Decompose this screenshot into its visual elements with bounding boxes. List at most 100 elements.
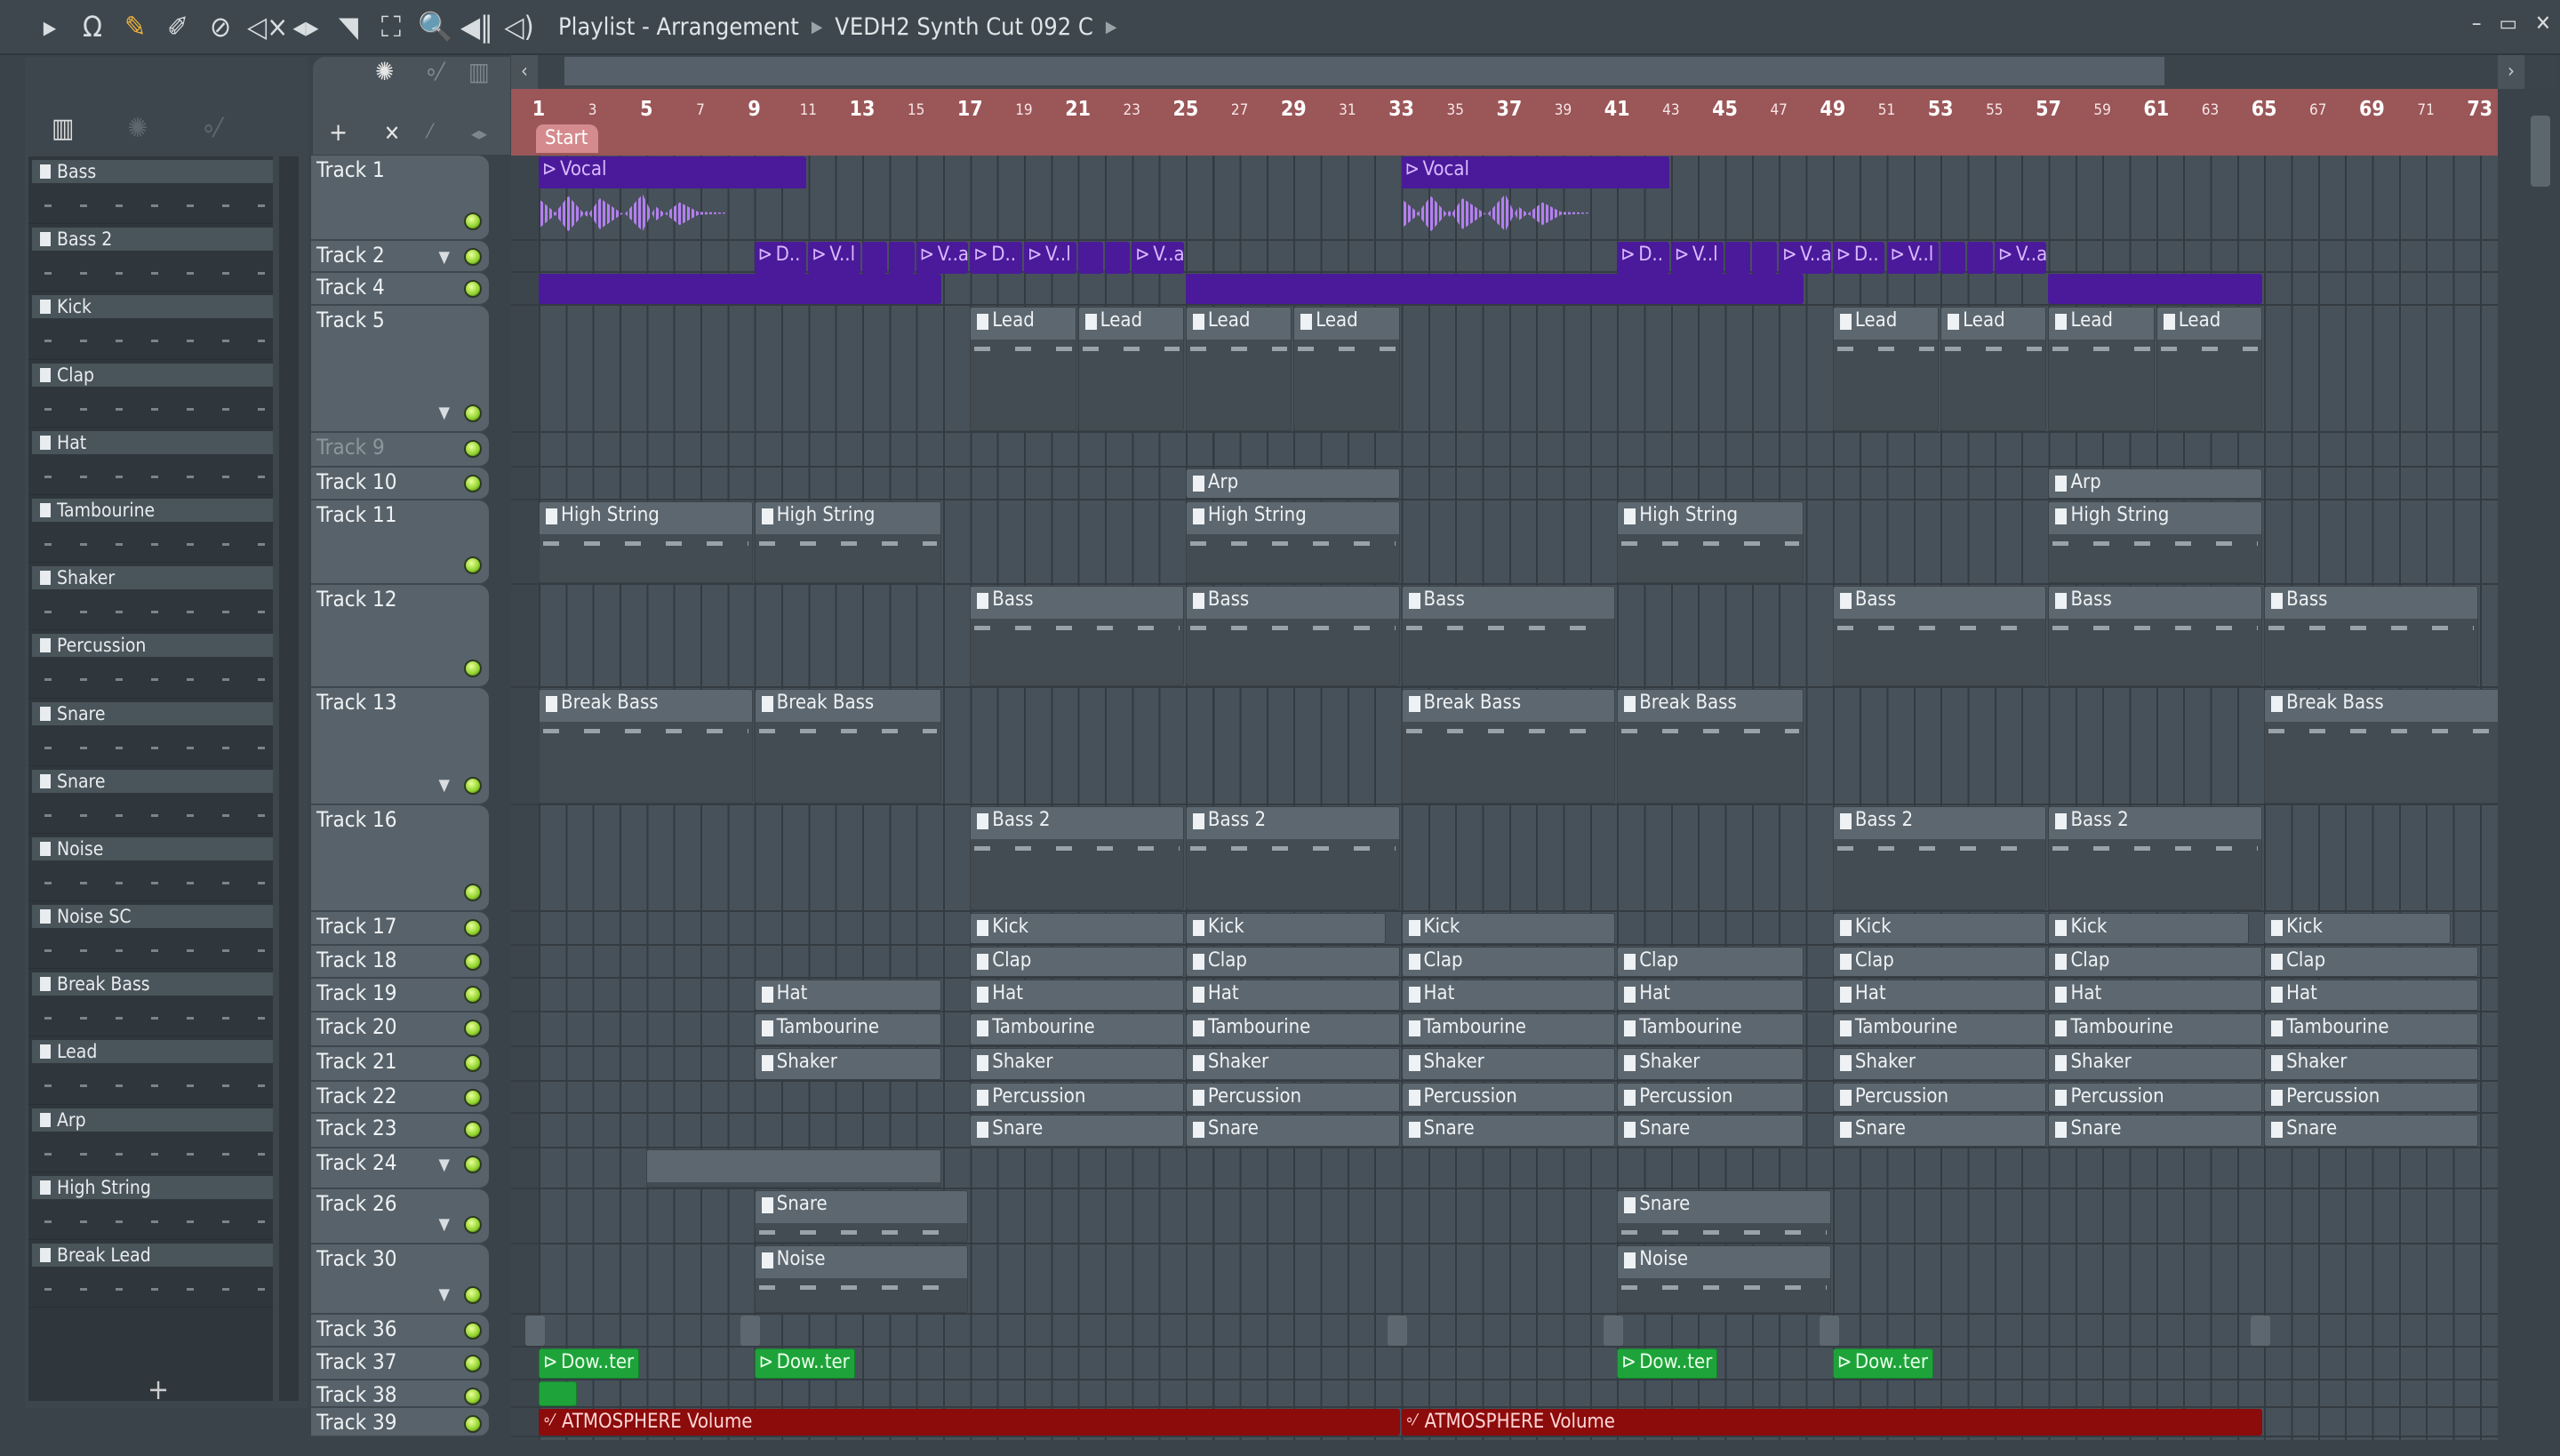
marker-clip[interactable] <box>524 1316 545 1346</box>
pattern-clip[interactable]: Tambourine <box>1617 1013 1804 1045</box>
start-marker[interactable]: Start <box>536 124 598 153</box>
pattern-clip[interactable]: Break Bass <box>2264 688 2498 804</box>
pattern-clip[interactable]: Percussion <box>1617 1082 1804 1113</box>
pattern-clip[interactable]: Snare <box>1617 1115 1804 1147</box>
channel-name[interactable]: Lead <box>32 1040 273 1064</box>
channel-item[interactable]: Noise SC <box>28 901 273 970</box>
track-name[interactable]: Track 19 <box>316 980 396 1005</box>
track-mute-led[interactable] <box>464 918 482 937</box>
track-name[interactable]: Track 22 <box>316 1084 396 1108</box>
track-mute-led[interactable] <box>464 1054 482 1072</box>
channel-item[interactable]: High String <box>28 1172 273 1240</box>
collapse-arrow-icon[interactable]: ▼ <box>439 776 450 795</box>
track-header[interactable]: Track 20 <box>311 1012 489 1047</box>
audio-clip[interactable] <box>1967 241 1993 274</box>
track-mute-led[interactable] <box>464 1355 482 1372</box>
track-mute-led[interactable] <box>464 1088 482 1107</box>
track-lane[interactable] <box>511 1315 2498 1348</box>
audio-clip[interactable] <box>2048 274 2263 304</box>
audio-clip[interactable] <box>1724 241 1750 274</box>
pattern-clip[interactable]: Snare <box>1617 1189 1831 1244</box>
channel-item[interactable]: Hat <box>28 428 273 495</box>
audio-clip[interactable] <box>889 241 915 274</box>
collapse-arrow-icon[interactable]: ▼ <box>439 248 450 267</box>
audio-clip[interactable]: D.. <box>754 241 807 274</box>
track-name[interactable]: Track 21 <box>316 1049 396 1074</box>
collapse-arrow-icon[interactable]: ▼ <box>439 1285 450 1304</box>
channel-item[interactable]: Snare <box>28 766 273 834</box>
vertical-scrollbar[interactable] <box>2527 89 2554 1440</box>
pattern-clip[interactable]: Dow..ter <box>1617 1348 1718 1379</box>
swap-icon[interactable]: ◂▸ <box>471 123 487 144</box>
pattern-clip[interactable]: Snare <box>2264 1115 2478 1147</box>
pattern-clip[interactable]: Kick <box>2264 912 2452 945</box>
add-track-icon[interactable]: + <box>329 117 348 147</box>
audio-clip[interactable]: V..l <box>808 241 860 274</box>
track-lane[interactable] <box>511 433 2498 468</box>
pattern-clip[interactable]: Shaker <box>970 1048 1184 1080</box>
pattern-clip[interactable] <box>646 1148 941 1188</box>
track-name[interactable]: Track 37 <box>316 1349 396 1374</box>
track-mute-led[interactable] <box>464 1322 482 1340</box>
piano-icon[interactable]: ▥ <box>52 113 75 144</box>
channel-item[interactable]: Snare <box>28 699 273 766</box>
audio-clip[interactable]: V..al <box>1779 241 1831 274</box>
pattern-clip[interactable]: Hat <box>1401 979 1616 1012</box>
pattern-clip[interactable]: Clap <box>970 947 1184 977</box>
timeline-ruler[interactable]: Start 1 3 5 7 9 11 13 15 17 19 21 23 25 27 29 31 33 35 37 3… <box>511 89 2498 156</box>
pattern-clip[interactable]: Hat <box>1185 979 1400 1012</box>
track-name[interactable]: Track 4 <box>316 275 385 300</box>
track-header[interactable]: Track 9 <box>311 433 489 468</box>
channel-item[interactable]: Kick <box>28 292 273 360</box>
track-mute-led[interactable] <box>464 1020 482 1038</box>
pattern-clip[interactable]: Bass <box>1832 586 2047 686</box>
pattern-clip[interactable]: Bass <box>1401 586 1616 686</box>
collapse-arrow-icon[interactable]: ▼ <box>439 1215 450 1234</box>
pattern-clip[interactable]: Shaker <box>2048 1048 2263 1080</box>
track-name[interactable]: Track 38 <box>316 1382 396 1407</box>
channel-item[interactable]: Tambourine <box>28 495 273 564</box>
pattern-clip[interactable]: Lead <box>2048 307 2155 432</box>
audio-clip[interactable] <box>1077 241 1103 274</box>
channel-name[interactable]: High String <box>32 1175 273 1199</box>
pattern-clip[interactable]: Shaker <box>2264 1048 2478 1080</box>
track-mute-led[interactable] <box>464 280 482 299</box>
track-header[interactable]: Track 12 <box>311 585 489 688</box>
audio-clip[interactable]: V..al <box>916 241 969 274</box>
track-header[interactable]: Track 19 <box>311 978 489 1013</box>
slice-icon[interactable]: ◥ <box>332 10 364 44</box>
channel-name[interactable]: Arp <box>32 1108 273 1132</box>
track-name[interactable]: Track 9 <box>316 435 385 460</box>
track-name[interactable]: Track 18 <box>316 948 396 972</box>
close-button[interactable]: ✕ <box>2535 11 2551 36</box>
track-name[interactable]: Track 17 <box>316 914 396 939</box>
track-mute-led[interactable] <box>464 659 482 677</box>
playback-icon[interactable]: ◀‖ <box>460 10 493 44</box>
picker-scrollbar[interactable] <box>279 156 299 1401</box>
channel-item[interactable]: Noise <box>28 834 273 902</box>
piano-icon[interactable]: ▥ <box>468 57 490 86</box>
track-header[interactable]: Track 2 ▼ <box>311 240 489 274</box>
track-header[interactable]: Track 38 <box>311 1380 489 1408</box>
channel-name[interactable]: Noise <box>32 836 273 860</box>
track-mute-led[interactable] <box>464 247 482 266</box>
pattern-clip[interactable]: Clap <box>1401 947 1616 977</box>
pattern-clip[interactable]: Kick <box>1401 912 1616 945</box>
pattern-clip[interactable]: Tambourine <box>1401 1013 1616 1045</box>
pattern-clip[interactable]: Shaker <box>1185 1048 1400 1080</box>
channel-name[interactable]: Tambourine <box>32 498 273 522</box>
track-mute-led[interactable] <box>464 1387 482 1405</box>
paint-brush-icon[interactable]: ✐ <box>162 10 194 44</box>
track-name[interactable]: Track 10 <box>316 469 396 494</box>
channel-name[interactable]: Clap <box>32 363 273 387</box>
automation-clip[interactable]: ATMOSPHERE Volume <box>1401 1408 2263 1436</box>
pattern-clip[interactable]: Lead <box>1940 307 2047 432</box>
track-header[interactable]: Track 39 <box>311 1407 489 1438</box>
channel-name[interactable]: Hat <box>32 430 273 454</box>
channel-item[interactable]: Bass <box>28 156 273 225</box>
pattern-clip[interactable]: Kick <box>2048 912 2249 945</box>
track-mute-led[interactable] <box>464 883 482 901</box>
track-header[interactable]: Track 21 <box>311 1047 489 1082</box>
pattern-clip[interactable]: Bass 2 <box>970 806 1184 910</box>
channel-item[interactable]: Percussion <box>28 630 273 699</box>
